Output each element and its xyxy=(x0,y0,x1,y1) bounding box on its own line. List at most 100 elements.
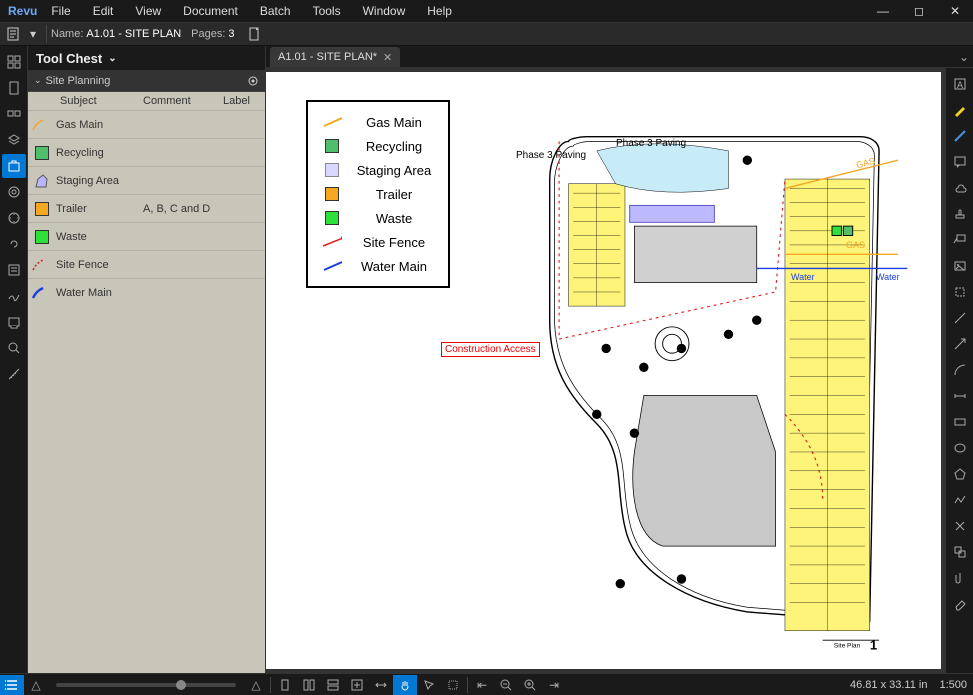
arrow-tool-icon[interactable] xyxy=(948,332,972,356)
highlight-tool-icon[interactable] xyxy=(948,98,972,122)
legend-row: Waste xyxy=(322,206,434,230)
menu-file[interactable]: File xyxy=(51,4,70,18)
symbol-tool-icon[interactable] xyxy=(948,514,972,538)
pan-tool-icon[interactable] xyxy=(393,675,417,695)
panel-title-text: Tool Chest xyxy=(36,51,102,66)
fit-width-icon[interactable] xyxy=(369,675,393,695)
tool-subject: Gas Main xyxy=(56,119,143,131)
tool-row[interactable]: Waste xyxy=(28,222,265,250)
split-horizontal-icon[interactable] xyxy=(321,675,345,695)
tool-row[interactable]: Recycling xyxy=(28,138,265,166)
dimension-tool-icon[interactable] xyxy=(948,384,972,408)
studio-icon[interactable] xyxy=(2,310,26,334)
split-vertical-icon[interactable] xyxy=(297,675,321,695)
prev-view-icon[interactable]: △ xyxy=(24,675,48,695)
polyline-tool-icon[interactable] xyxy=(948,488,972,512)
callout-tool-icon[interactable] xyxy=(948,228,972,252)
menu-tools[interactable]: Tools xyxy=(313,4,341,18)
zoom-tool-icon[interactable] xyxy=(441,675,465,695)
menu-help[interactable]: Help xyxy=(427,4,452,18)
section-name: Site Planning xyxy=(46,75,111,87)
zoom-in-icon[interactable] xyxy=(518,675,542,695)
close-button[interactable]: ✕ xyxy=(937,0,973,22)
attachment-tool-icon[interactable] xyxy=(948,566,972,590)
tool-subject: Waste xyxy=(56,231,143,243)
rectangle-tool-icon[interactable] xyxy=(948,410,972,434)
forms-icon[interactable] xyxy=(2,258,26,282)
profile-dropdown-icon[interactable]: ▾ xyxy=(28,24,38,44)
tool-row[interactable]: Gas Main xyxy=(28,110,265,138)
tool-row[interactable]: Water Main xyxy=(28,278,265,306)
eraser-tool-icon[interactable] xyxy=(948,592,972,616)
polygon-tool-icon[interactable] xyxy=(948,462,972,486)
image-tool-icon[interactable] xyxy=(948,254,972,278)
menu-batch[interactable]: Batch xyxy=(260,4,291,18)
markups-list-icon[interactable] xyxy=(0,675,24,695)
menubar: Revu File Edit View Document Batch Tools… xyxy=(0,0,973,22)
panel-title[interactable]: Tool Chest ⌄ xyxy=(28,46,265,70)
zoom-out-icon[interactable] xyxy=(494,675,518,695)
legend-row: Trailer xyxy=(322,182,434,206)
crop-tool-icon[interactable] xyxy=(948,280,972,304)
tool-chest-panel: Tool Chest ⌄ ⌄Site Planning Subject Comm… xyxy=(28,46,266,673)
thumbnails-icon[interactable] xyxy=(2,50,26,74)
first-page-icon[interactable]: ⇤ xyxy=(470,675,494,695)
doc-name-label: Name: xyxy=(51,28,83,40)
document-canvas[interactable]: Gas MainRecyclingStaging AreaTrailerWast… xyxy=(266,72,941,669)
arc-tool-icon[interactable] xyxy=(948,358,972,382)
links-icon[interactable] xyxy=(2,232,26,256)
menu-window[interactable]: Window xyxy=(363,4,406,18)
panel-section-header[interactable]: ⌄Site Planning xyxy=(28,70,265,92)
annot-water: Water xyxy=(791,272,815,282)
tool-swatch xyxy=(28,146,56,160)
single-page-icon[interactable] xyxy=(273,675,297,695)
tool-row[interactable]: Trailer A, B, C and D xyxy=(28,194,265,222)
text-tool-icon[interactable]: A xyxy=(948,72,972,96)
select-tool-icon[interactable] xyxy=(417,675,441,695)
note-tool-icon[interactable] xyxy=(948,150,972,174)
tab-close-icon[interactable]: ✕ xyxy=(383,51,392,64)
last-page-icon[interactable]: ⇥ xyxy=(542,675,566,695)
bookmarks-icon[interactable] xyxy=(2,76,26,100)
legend-swatch xyxy=(322,114,342,130)
gear-icon[interactable] xyxy=(247,75,259,87)
cloud-tool-icon[interactable] xyxy=(948,176,972,200)
doc-name-value: A1.01 - SITE PLAN xyxy=(86,28,181,40)
sets-icon[interactable] xyxy=(2,180,26,204)
document-tab[interactable]: A1.01 - SITE PLAN* ✕ xyxy=(270,47,400,67)
layers-icon[interactable] xyxy=(2,128,26,152)
pen-tool-icon[interactable] xyxy=(948,124,972,148)
search-icon[interactable] xyxy=(2,336,26,360)
minimize-button[interactable]: — xyxy=(865,0,901,22)
stamp-tool-icon[interactable] xyxy=(948,202,972,226)
measure-icon[interactable] xyxy=(2,362,26,386)
signatures-icon[interactable] xyxy=(2,284,26,308)
legend-label: Recycling xyxy=(354,139,434,154)
tool-comment: A, B, C and D xyxy=(143,203,223,215)
tool-swatch xyxy=(28,118,56,132)
menu-view[interactable]: View xyxy=(135,4,161,18)
document-bar: ▾ Name: A1.01 - SITE PLAN Pages: 3 xyxy=(0,22,973,46)
line-tool-icon[interactable] xyxy=(948,306,972,330)
tool-row[interactable]: Site Fence xyxy=(28,250,265,278)
properties-icon[interactable] xyxy=(2,206,26,230)
tab-dropdown-icon[interactable]: ⌄ xyxy=(959,50,969,64)
tab-bar: A1.01 - SITE PLAN* ✕ ⌄ xyxy=(266,46,973,68)
menu-document[interactable]: Document xyxy=(183,4,238,18)
page-icon[interactable] xyxy=(245,24,265,44)
fit-page-icon[interactable] xyxy=(345,675,369,695)
tool-row[interactable]: Staging Area xyxy=(28,166,265,194)
toolchest-icon[interactable] xyxy=(2,154,26,178)
tool-subject: Trailer xyxy=(56,203,143,215)
doc-pages-value: 3 xyxy=(228,28,234,40)
file-access-icon[interactable] xyxy=(2,102,26,126)
next-view-icon[interactable]: △ xyxy=(244,675,268,695)
legend-label: Gas Main xyxy=(354,115,434,130)
menu-edit[interactable]: Edit xyxy=(93,4,114,18)
profile-icon[interactable] xyxy=(4,24,24,44)
maximize-button[interactable]: ◻ xyxy=(901,0,937,22)
page-scale[interactable]: 1:500 xyxy=(939,679,967,691)
zoom-slider[interactable] xyxy=(56,683,236,687)
group-tool-icon[interactable] xyxy=(948,540,972,564)
ellipse-tool-icon[interactable] xyxy=(948,436,972,460)
